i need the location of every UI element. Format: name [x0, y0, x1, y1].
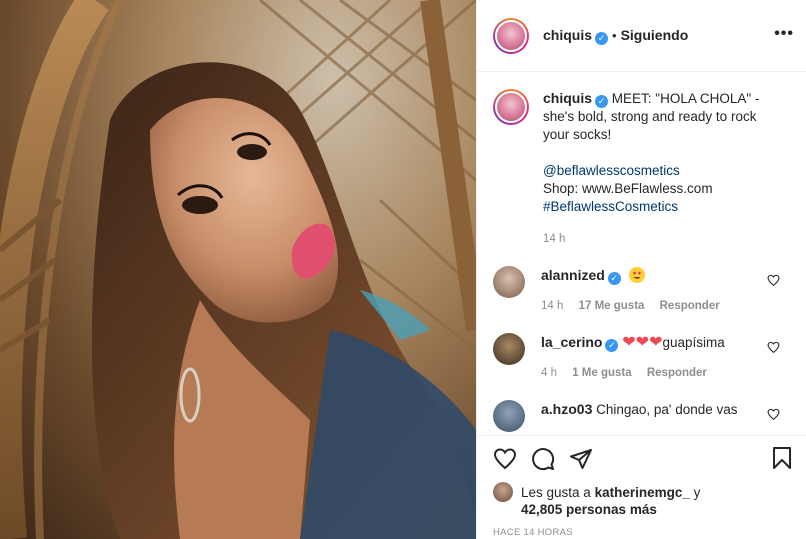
more-options-icon[interactable]: •••	[774, 25, 794, 43]
comment-likes[interactable]: 1 Me gusta	[572, 367, 631, 379]
hashtag-link[interactable]: #BeflawlessCosmetics	[543, 198, 783, 216]
likes-prefix: Les gusta a	[521, 484, 591, 500]
reply-button[interactable]: Responder	[647, 367, 707, 379]
shop-line: Shop: www.BeFlawless.com	[543, 181, 713, 196]
comment-meta: 4 h 1 Me gusta Responder	[541, 364, 771, 382]
comments-list[interactable]: chiquis ✓ MEET: "HOLA CHOLA" - she's bold…	[477, 73, 806, 435]
commenter-username[interactable]: la_cerino	[541, 334, 602, 350]
comment-likes[interactable]: 17 Me gusta	[579, 300, 645, 312]
commenter-username[interactable]: a.hzo03	[541, 401, 592, 417]
caption-time: 14 h	[543, 233, 566, 245]
comment-text: guapísima	[662, 335, 725, 350]
author-avatar[interactable]	[493, 17, 529, 54]
share-paper-plane-icon[interactable]	[569, 447, 593, 471]
post-header: chiquis ✓ • Siguiendo •••	[477, 0, 806, 72]
caption-username[interactable]: chiquis	[543, 90, 592, 106]
verified-badge-icon: ✓	[595, 31, 609, 45]
post-side-panel: chiquis ✓ • Siguiendo ••• chiquis ✓ MEET: "H…	[476, 0, 806, 539]
likes-and: y	[693, 484, 701, 500]
following-button[interactable]: Siguiendo	[621, 27, 689, 43]
author-username[interactable]: chiquis	[543, 27, 592, 43]
verified-badge-icon: ✓	[595, 95, 609, 108]
separator-dot: •	[612, 27, 617, 43]
caption-links: @beflawlesscosmetics Shop: www.BeFlawles…	[543, 162, 783, 216]
posted-time[interactable]: HACE 14 HORAS	[493, 527, 790, 538]
liker-username[interactable]: katherinemgc_	[595, 485, 690, 500]
comment-time: 14 h	[541, 300, 564, 312]
comment-item: la_cerino ✓ ❤❤❤guapísima 4 h 1 Me gusta R…	[493, 333, 790, 382]
mention-link[interactable]: @beflawlesscosmetics	[543, 162, 783, 180]
post-actions: Les gusta a katherinemgc_ y 42,805 perso…	[477, 435, 806, 539]
likes-summary: Les gusta a katherinemgc_ y	[493, 482, 790, 502]
comment-time: 4 h	[541, 367, 557, 379]
commenter-avatar[interactable]	[493, 266, 525, 298]
verified-badge-icon: ✓	[607, 272, 621, 285]
caption-avatar[interactable]	[493, 89, 529, 125]
like-comment-heart-icon[interactable]	[767, 341, 780, 354]
post-photo[interactable]	[0, 0, 476, 539]
like-comment-heart-icon[interactable]	[767, 274, 780, 287]
likes-count[interactable]: 42,805 personas más	[521, 502, 657, 517]
header-user-line: chiquis ✓ • Siguiendo	[543, 27, 688, 45]
action-buttons	[493, 444, 790, 474]
commenter-username[interactable]: alannized	[541, 267, 605, 283]
comment-item: a.hzo03 Chingao, pa' donde vas	[493, 400, 790, 432]
portrait-illustration	[0, 0, 476, 539]
liker-avatar[interactable]	[493, 482, 513, 502]
likes-count-line: 42,805 personas más	[521, 502, 790, 517]
save-bookmark-icon[interactable]	[770, 446, 794, 470]
red-hearts-emoji: ❤❤❤	[622, 334, 663, 351]
commenter-avatar[interactable]	[493, 333, 525, 365]
heart-eyes-emoji-icon	[628, 267, 645, 283]
comment-item: alannized ✓ 14 h 17 Me gusta Responder	[493, 266, 790, 315]
caption-body: chiquis ✓ MEET: "HOLA CHOLA" - she's bold…	[543, 89, 783, 248]
reply-button[interactable]: Responder	[660, 300, 720, 312]
caption: chiquis ✓ MEET: "HOLA CHOLA" - she's bold…	[493, 89, 790, 248]
comment-meta: 14 h 17 Me gusta Responder	[541, 297, 771, 315]
comment-text: Chingao, pa' donde vas	[596, 402, 738, 417]
like-comment-heart-icon[interactable]	[767, 408, 780, 421]
like-heart-icon[interactable]	[493, 447, 517, 471]
comment-bubble-icon[interactable]	[531, 447, 555, 471]
commenter-avatar[interactable]	[493, 400, 525, 432]
verified-badge-icon: ✓	[605, 339, 619, 352]
